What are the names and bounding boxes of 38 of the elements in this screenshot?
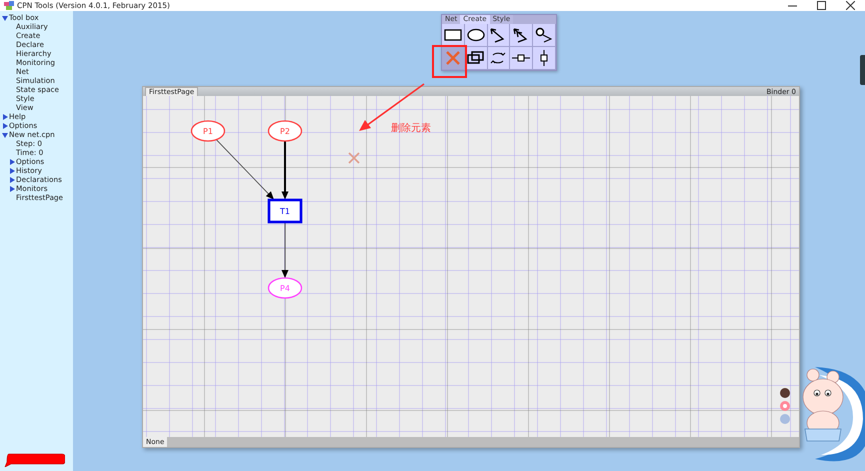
vertical-tool-button[interactable] — [533, 47, 556, 70]
node-label: P2 — [280, 127, 290, 136]
node-label: P1 — [203, 127, 213, 136]
highlight-frame — [432, 45, 467, 78]
double-arc-tool-button[interactable] — [510, 24, 534, 47]
expanded-triangle-icon[interactable] — [2, 132, 8, 138]
arc-tool-button[interactable] — [488, 24, 510, 47]
cross-icon — [444, 50, 462, 66]
collapsed-triangle-icon[interactable] — [2, 122, 8, 128]
ellipse-icon — [466, 27, 485, 43]
rectangle-icon — [444, 27, 462, 43]
zoom-tool-button[interactable] — [533, 24, 556, 47]
maximize-icon[interactable] — [817, 1, 826, 10]
collapsed-triangle-icon[interactable] — [9, 168, 15, 174]
side-handle[interactable] — [860, 55, 865, 85]
transition-box[interactable] — [268, 198, 302, 224]
delete-cursor-icon — [348, 152, 360, 164]
speech-bubble-drawing — [3, 453, 65, 467]
magnifier-icon — [535, 27, 554, 43]
expanded-triangle-icon[interactable] — [2, 14, 8, 20]
collapsed-triangle-icon[interactable] — [2, 114, 8, 120]
circular-arrows-icon — [489, 50, 508, 66]
transition-tool-button[interactable] — [464, 24, 488, 47]
reverse-tool-button[interactable] — [488, 47, 510, 70]
close-icon[interactable] — [846, 1, 855, 10]
squares-icon — [466, 50, 485, 66]
place-ellipse[interactable] — [268, 120, 302, 142]
place-ellipse[interactable] — [190, 120, 226, 142]
node-label: P4 — [280, 284, 290, 293]
collapsed-triangle-icon[interactable] — [9, 158, 15, 164]
place-tool-button[interactable] — [442, 24, 465, 47]
app-icon — [4, 1, 14, 10]
horizontal-tool-button[interactable] — [510, 47, 534, 70]
collapsed-triangle-icon[interactable] — [9, 186, 15, 192]
collapsed-triangle-icon[interactable] — [9, 176, 15, 182]
place-ellipse[interactable] — [268, 277, 302, 299]
node-label: T1 — [280, 207, 290, 216]
annotation-text: 删除元素 — [391, 122, 431, 135]
